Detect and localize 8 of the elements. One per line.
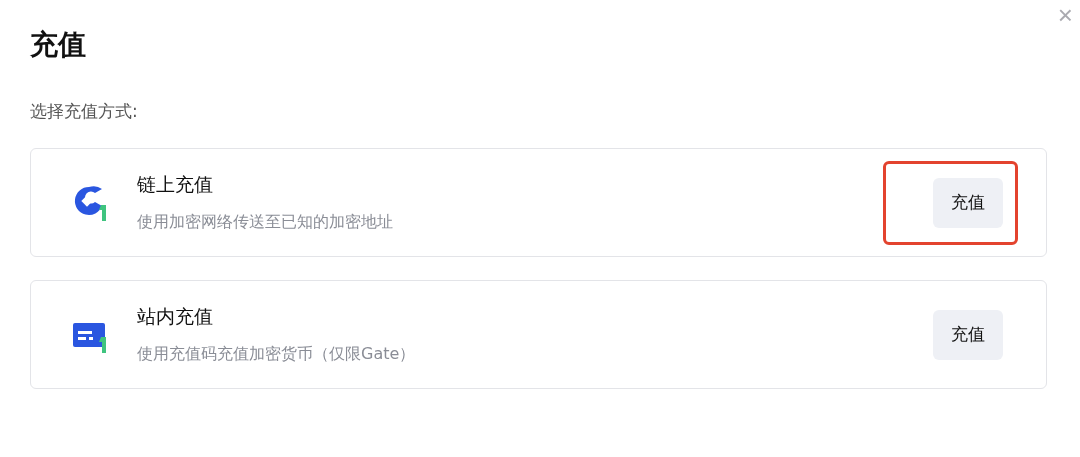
prompt-label: 选择充值方式: <box>30 100 139 123</box>
dialog-title: 充值 <box>30 27 86 63</box>
method-title: 站内充值 <box>137 304 214 329</box>
deposit-button[interactable]: 充值 <box>933 177 1003 228</box>
method-description: 使用充值码充值加密货币（仅限Gate） <box>137 344 417 365</box>
method-description: 使用加密网络传送至已知的加密地址 <box>137 212 394 233</box>
deposit-button[interactable]: 充值 <box>933 309 1003 360</box>
method-title: 链上充值 <box>137 172 214 197</box>
